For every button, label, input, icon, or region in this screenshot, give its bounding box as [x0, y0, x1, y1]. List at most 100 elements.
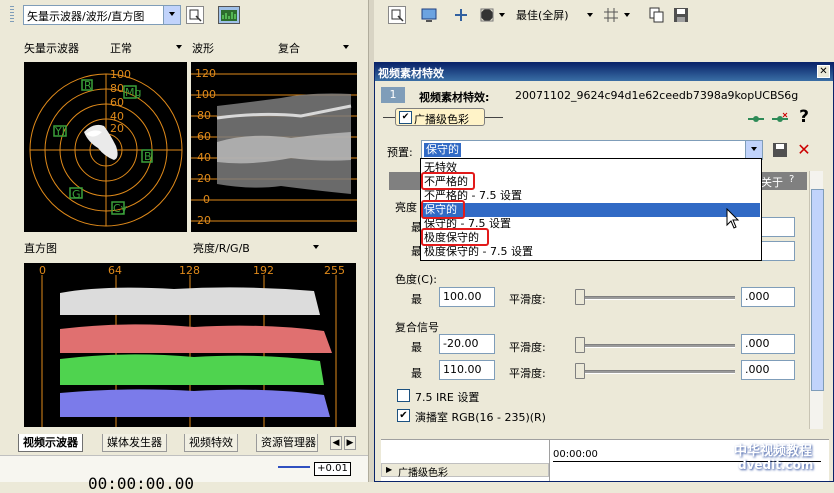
histogram-mode[interactable]: 亮度/R/G/B [193, 240, 250, 256]
vectorscope-display: 100 80 60 40 20 R Mg B Cy G YI [24, 62, 187, 232]
property-scrollbar[interactable] [809, 171, 824, 429]
quality-arrow[interactable] [587, 13, 593, 17]
vectorscope-mode[interactable]: 正常 [110, 40, 132, 56]
tab-video-scope[interactable]: 视频示波器 [18, 434, 83, 452]
waveform-label: 波形 [192, 42, 214, 55]
tab-scroll-left[interactable]: ◀ [330, 436, 342, 450]
rate-box[interactable]: +0.01 [314, 462, 351, 476]
scope-select-arrow[interactable] [163, 6, 180, 24]
tab-explorer-label: 资源管理器 [261, 436, 316, 449]
settings-icon[interactable] [186, 6, 204, 24]
composite-max-smooth-thumb[interactable] [575, 337, 585, 353]
effect-chip[interactable]: ✔ 广播级色彩 [395, 108, 485, 126]
hist-tick-255: 255 [324, 264, 345, 277]
save-preset-icon[interactable] [771, 141, 789, 159]
file-name: 20071102_9624c94d1e62ceedb7398a9kopUCBS6… [515, 89, 799, 102]
watermark-line2: dvedit.com [738, 458, 814, 472]
split-screen-icon[interactable] [478, 6, 496, 24]
scope-select[interactable]: 矢量示波器/波形/直方图 [23, 5, 181, 25]
remove-plugin-icon[interactable] [771, 110, 789, 128]
vectorscope-graticule [29, 73, 183, 227]
wf-tick-neg20: -20 [193, 214, 211, 227]
highlight-very-conservative [421, 228, 489, 246]
waveform-mode-arrow[interactable] [343, 45, 349, 49]
scroll-thumb[interactable] [811, 189, 824, 391]
overlay-icon[interactable] [452, 6, 470, 24]
track-row[interactable]: ▶ 广播级色彩 [381, 463, 549, 479]
wf-tick-60: 60 [197, 130, 211, 143]
waveform-mode[interactable]: 复合 [278, 40, 300, 56]
ire-75-checkbox[interactable] [397, 389, 410, 402]
dialog-title: 视频素材特效 [378, 67, 444, 80]
wf-tick-0: 0 [203, 193, 210, 206]
preset-select-arrow[interactable] [745, 141, 762, 159]
composite-max-smooth-track[interactable] [577, 344, 735, 348]
plugin-chain-icon[interactable] [747, 110, 765, 128]
chroma-max-field[interactable]: 100.00 [439, 287, 495, 307]
composite-max-field[interactable]: -20.00 [439, 334, 495, 354]
waveform-display: 120 100 80 60 40 20 0 -20 [191, 62, 357, 232]
copy-snapshot-icon[interactable] [648, 6, 666, 24]
chroma-max-value: 100.00 [443, 290, 482, 303]
track-expand-icon[interactable]: ▶ [386, 465, 392, 474]
split-arrow[interactable] [499, 13, 505, 17]
wf-tick-20: 20 [197, 172, 211, 185]
tab-video-fx[interactable]: 视频特效 [184, 434, 238, 452]
target-b: B [144, 150, 152, 163]
target-r: R [84, 79, 92, 92]
composite-min-smooth-thumb[interactable] [575, 363, 585, 379]
file-line-label: 视频素材特效: [419, 91, 490, 104]
chevron-down-icon [169, 12, 175, 16]
composite-min-smooth-track[interactable] [577, 370, 735, 374]
chroma-label: 色度(C): [395, 273, 437, 286]
quality-select[interactable]: 最佳(全屏) [516, 7, 569, 23]
preset-option-loose-75[interactable]: 不严格的 - 7.5 设置 [423, 189, 760, 203]
about-button[interactable]: 关于 ? [759, 173, 805, 189]
tab-explorer[interactable]: 资源管理器 [256, 434, 318, 452]
grid-arrow[interactable] [624, 13, 630, 17]
close-icon[interactable]: ✕ [817, 65, 830, 78]
preset-select[interactable]: 保守的 [421, 140, 763, 160]
composite-min-field[interactable]: 110.00 [439, 360, 495, 380]
tab-scroll-right[interactable]: ▶ [344, 436, 356, 450]
rate-arrow [278, 466, 310, 468]
chroma-smooth-field[interactable]: .000 [741, 287, 795, 307]
hist-tick-192: 192 [253, 264, 274, 277]
luma-label: 亮度 [395, 201, 417, 214]
grid-icon[interactable] [602, 6, 620, 24]
watermark: 中华视频教程 dvedit.com [712, 440, 834, 482]
watermark-line1: 中华视频教程 [734, 444, 813, 459]
mouse-pointer-icon [726, 208, 740, 229]
target-mg: Mg [125, 86, 142, 99]
left-grip [10, 6, 14, 24]
save-snapshot-icon[interactable] [672, 6, 690, 24]
studio-rgb-checkbox[interactable]: ✔ [397, 409, 410, 422]
vectorscope-mode-arrow[interactable] [176, 45, 182, 49]
dialog-titlebar[interactable]: 视频素材特效 ✕ [375, 63, 833, 81]
chroma-smooth-thumb[interactable] [575, 289, 585, 305]
monitor-output-icon[interactable] [420, 6, 438, 24]
about-help-icon: ? [789, 174, 795, 185]
rate-value: +0.01 [317, 463, 348, 474]
composite-min-smooth-field[interactable]: .000 [741, 360, 795, 380]
help-icon[interactable]: ? [795, 108, 813, 126]
effect-chip-check[interactable]: ✔ [399, 111, 412, 124]
preset-select-value: 保守的 [424, 143, 461, 157]
properties-icon[interactable] [388, 6, 406, 24]
preview-toolbar: 最佳(全屏) [374, 0, 834, 30]
tab-media-generator[interactable]: 媒体发生器 [102, 434, 167, 452]
composite-max-smooth-field[interactable]: .000 [741, 334, 795, 354]
hist-tick-0: 0 [39, 264, 46, 277]
hist-tick-128: 128 [179, 264, 200, 277]
chevron-down-icon [751, 147, 757, 151]
target-yl: YI [55, 125, 65, 138]
composite-max-value: -20.00 [443, 337, 479, 350]
preset-option-conservative[interactable]: 保守的 [423, 203, 760, 217]
preset-option-very-conservative-75[interactable]: 极度保守的 - 7.5 设置 [423, 245, 760, 259]
composite-max-label: 最 [411, 341, 422, 354]
delete-preset-icon[interactable]: ✕ [795, 141, 813, 159]
composite-max-smooth-label: 平滑度: [509, 341, 546, 354]
chroma-smooth-track[interactable] [577, 296, 735, 300]
monitor-icon[interactable] [218, 6, 240, 24]
histogram-mode-arrow[interactable] [313, 245, 319, 249]
